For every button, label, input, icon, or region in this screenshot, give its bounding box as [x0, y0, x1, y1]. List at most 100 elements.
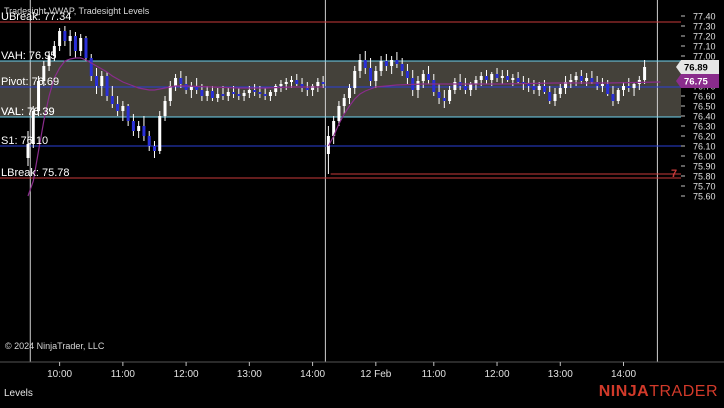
price-chart[interactable]: UBreak: 77.34VAH: 76.95Pivot: 76.69VAL: … — [0, 0, 724, 403]
bar-body — [585, 78, 589, 81]
bar-body — [268, 92, 272, 96]
bar-body — [321, 82, 325, 84]
bar-body — [205, 91, 209, 96]
bar-body — [226, 92, 230, 96]
bar-body — [247, 90, 251, 93]
bar-body — [448, 90, 452, 101]
chart-window: UBreak: 77.34 VAH: 76.95 Pivot: 76.69 VAL: … — [0, 0, 724, 403]
bar-body — [532, 86, 536, 90]
bar-body — [242, 93, 246, 96]
copyright-label: © 2024 NinjaTrader, LLC — [5, 341, 105, 351]
bar-body — [432, 80, 436, 92]
bar-body — [632, 84, 636, 88]
time-tick-label: 10:00 — [47, 369, 72, 380]
price-tick-label: 76.00 — [693, 152, 716, 162]
price-tick-label: 75.80 — [693, 172, 716, 182]
bar-body — [369, 68, 373, 81]
extra-line-label: 7 — [671, 168, 677, 180]
level-label-lbreak: LBreak: 75.78 — [1, 167, 70, 179]
bar-body — [63, 31, 67, 41]
bar-body — [116, 104, 120, 111]
bar-body — [427, 74, 431, 80]
level-label-pivot: Pivot: 76.69 — [1, 76, 59, 88]
price-tick-label: 76.30 — [693, 122, 716, 132]
bar-body — [89, 58, 93, 76]
bar-body — [100, 76, 104, 86]
bar-body — [416, 81, 420, 90]
bar-body — [58, 31, 62, 46]
time-tick-label: 11:00 — [422, 369, 447, 380]
bar-body — [337, 106, 341, 121]
level-label-vah: VAH: 76.95 — [1, 50, 56, 62]
time-axis[interactable]: 10:00 11:00 12:00 13:00 14:00 12 Feb 11:00 12:0… — [0, 361, 724, 380]
bar-body — [590, 78, 594, 82]
bar-body — [95, 76, 99, 86]
bar-body — [121, 106, 125, 111]
bar-body — [421, 74, 425, 81]
price-tick-label: 76.10 — [693, 142, 716, 152]
bar-body — [453, 82, 457, 90]
bar-body — [479, 76, 483, 80]
price-tick-label: 76.60 — [693, 92, 716, 102]
bar-body — [152, 146, 156, 151]
bar-body — [131, 121, 135, 131]
price-tick-label: 76.40 — [693, 112, 716, 122]
bar-body — [379, 61, 383, 71]
price-marker: 76.89 — [676, 60, 719, 74]
bar-body — [500, 76, 504, 78]
level-label-s1: S1: 76.10 — [1, 135, 48, 147]
price-axis[interactable]: 77.4077.3077.2077.1077.0076.9076.8076.70… — [681, 0, 724, 362]
bar-body — [558, 88, 562, 94]
price-tick-label: 75.60 — [693, 192, 716, 202]
indicator-label: Tradesight VWAP, Tradesight Levels — [4, 6, 150, 16]
bar-body — [110, 96, 114, 104]
bar-body — [73, 36, 77, 51]
bar-body — [600, 84, 604, 86]
bar-body — [200, 90, 204, 96]
time-tick-label: 14:00 — [300, 369, 325, 380]
bar-body — [84, 38, 88, 58]
bar-body — [442, 98, 446, 101]
price-tick-label: 75.90 — [693, 162, 716, 172]
bar-body — [342, 98, 346, 106]
bar-body — [553, 94, 557, 101]
price-marker-label: 76.89 — [684, 63, 708, 74]
bar-body — [210, 91, 214, 98]
bar-body — [484, 76, 488, 80]
bar-body — [163, 101, 167, 116]
bar-body — [469, 84, 473, 90]
time-tick-label: 13:00 — [548, 369, 573, 380]
bar-body — [542, 86, 546, 92]
bar-body — [253, 90, 257, 92]
bar-body — [105, 76, 109, 96]
time-tick-label: 12:00 — [485, 369, 510, 380]
bar-body — [263, 94, 267, 96]
bar-body — [437, 92, 441, 98]
bar-body — [495, 74, 499, 78]
bar-body — [184, 84, 188, 90]
bar-body — [174, 78, 178, 86]
bar-body — [232, 92, 236, 94]
bar-body — [216, 94, 220, 98]
bar-body — [79, 38, 83, 51]
price-markers: 76.89 76.75 — [676, 60, 719, 88]
bar-body — [168, 86, 172, 101]
price-tick-label: 75.70 — [693, 182, 716, 192]
bar-body — [290, 80, 293, 82]
bar-body — [395, 60, 399, 64]
bar-body — [68, 36, 72, 41]
level-label-overlap: VAL: 76.39 — [1, 106, 55, 118]
levels-tab[interactable]: Levels — [4, 388, 33, 399]
time-tick-label: 11:00 — [111, 369, 136, 380]
bar-body — [527, 84, 531, 86]
bar-body — [374, 71, 378, 81]
bar-body — [537, 86, 541, 90]
price-tick-label: 77.30 — [693, 22, 716, 32]
time-tick-label: 12:00 — [174, 369, 199, 380]
time-tick-label: 14:00 — [611, 369, 636, 380]
price-tick-label: 76.50 — [693, 102, 716, 112]
bar-body — [126, 106, 130, 121]
bar-body — [548, 92, 552, 101]
bar-body — [284, 82, 288, 84]
bar-body — [295, 80, 299, 84]
